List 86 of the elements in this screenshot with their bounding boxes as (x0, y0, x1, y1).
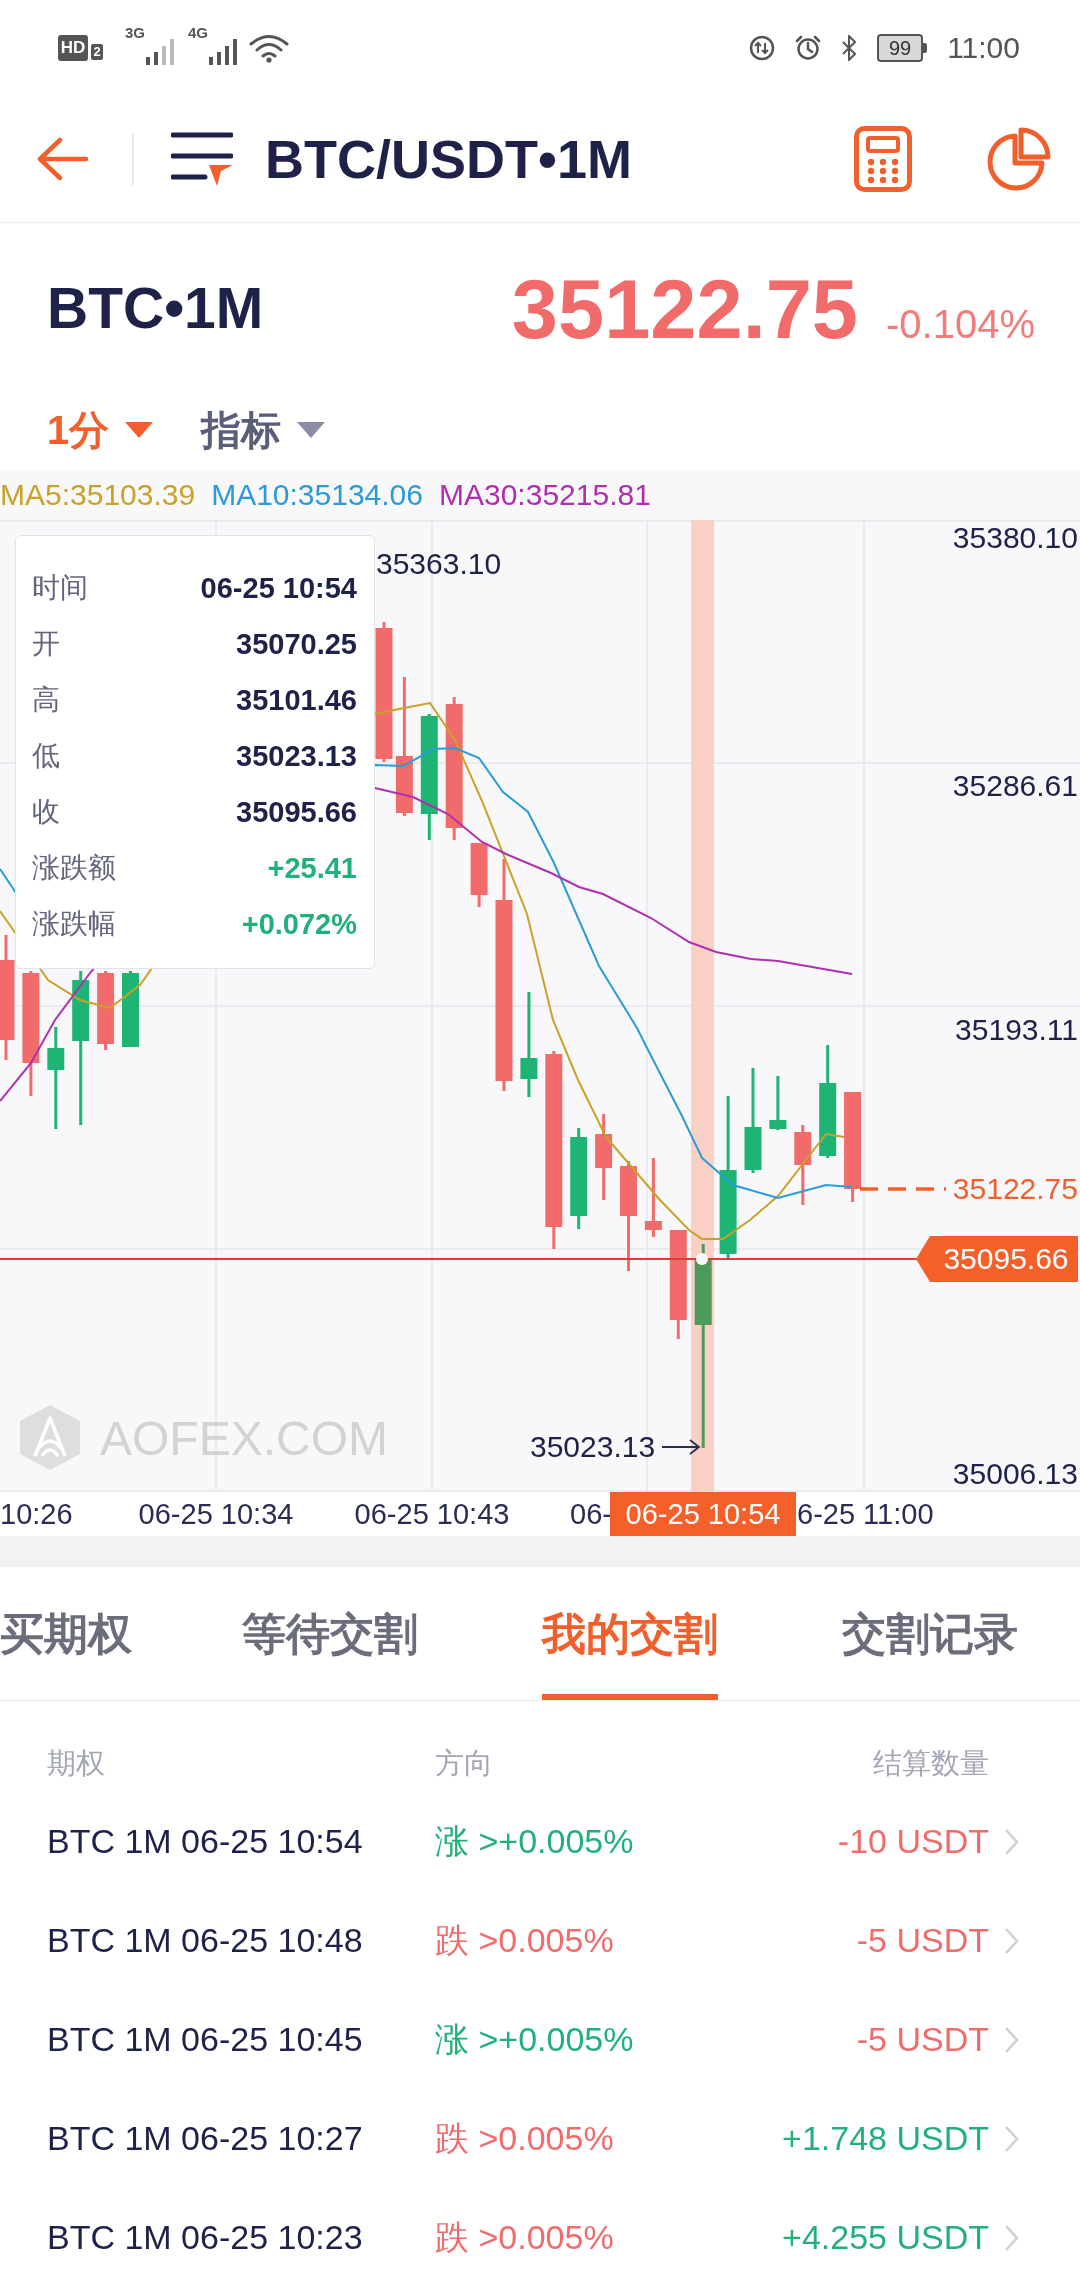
menu-button[interactable] (171, 130, 233, 187)
tooltip-value: 35023.13 (236, 739, 357, 773)
direction-text: 跌 >0.005% (435, 2117, 615, 2159)
tooltip-label: 高 (32, 683, 60, 717)
axis-price-label: 35380.10 (952, 520, 1078, 556)
tooltip-value: 06-25 10:54 (200, 571, 357, 605)
calculator-icon (854, 125, 912, 192)
chart-button[interactable] (985, 126, 1051, 191)
caret-icon (125, 422, 154, 438)
back-arrow-icon (36, 136, 88, 181)
crosshair-time-tag: 06-25 10:54 (610, 1492, 796, 1536)
back-button[interactable] (36, 136, 88, 181)
network-type-label: 3G (125, 24, 145, 41)
calculator-button[interactable] (854, 125, 912, 192)
tooltip-value: 35095.66 (236, 795, 357, 829)
axis-price-label: 35193.11 (955, 1012, 1078, 1048)
crosshair-dot-icon (696, 1253, 708, 1265)
low-price-arrow (661, 1439, 701, 1455)
settlement-amount: -10 USDT (837, 1822, 989, 1861)
axis-time-label: 06-25 10:34 (137, 1497, 295, 1532)
moving-average-value: MA10:35134.06 (211, 478, 423, 512)
option-name: BTC 1M 06-25 10:48 (47, 1921, 364, 1960)
tooltip-label: 涨跌幅 (32, 907, 116, 941)
settlement-amount: +1.748 USDT (782, 2119, 989, 2158)
moving-average-value: MA5:35103.39 (0, 478, 196, 512)
logo-icon (17, 1404, 83, 1471)
axis-price-label: 35286.61 (952, 768, 1078, 804)
tooltip-value: +25.41 (267, 851, 357, 885)
clock-time: 11:00 (947, 30, 1020, 65)
axis-time-label: 06- (570, 1497, 612, 1532)
tab[interactable]: 买期权 (0, 1567, 132, 1700)
last-price: 35122.75 (511, 268, 858, 351)
option-name: BTC 1M 06-25 10:23 (47, 2218, 364, 2257)
tooltip-label: 涨跌额 (32, 851, 116, 885)
tooltip-value: 35070.25 (236, 627, 357, 661)
alarm-clock-icon (794, 34, 821, 61)
high-price-label: 35363.10 (376, 546, 502, 582)
hd-badge: HD (58, 34, 88, 61)
settlement-amount: +4.255 USDT (782, 2218, 989, 2257)
tooltip-label: 时间 (32, 571, 88, 605)
axis-time-label: 10:26 (0, 1497, 73, 1532)
arrows-circle-icon (748, 34, 775, 61)
tab[interactable]: 等待交割 (242, 1567, 418, 1700)
option-name: BTC 1M 06-25 10:27 (47, 2119, 364, 2158)
menu-icon (171, 130, 233, 187)
dropdown-button[interactable]: 指标 (201, 410, 326, 450)
bluetooth-icon (840, 34, 857, 61)
candle (769, 1076, 787, 1130)
candle (470, 843, 488, 907)
tooltip-value: 35101.46 (236, 683, 357, 717)
settlement-amount: -5 USDT (856, 1921, 989, 1960)
option-name: BTC 1M 06-25 10:45 (47, 2020, 364, 2059)
symbol-name: BTC•1M (47, 280, 264, 337)
direction-text: 跌 >0.005% (435, 2216, 615, 2258)
direction-text: 涨 >+0.005% (435, 2018, 635, 2060)
crosshair-price-tag: 35095.66 (916, 1236, 1078, 1282)
battery-indicator: 99 (876, 33, 928, 62)
low-price-label: 35023.13 (530, 1429, 656, 1465)
axis-price-label: 35006.13 (952, 1456, 1078, 1492)
wifi-icon (249, 32, 290, 63)
option-name: BTC 1M 06-25 10:54 (47, 1822, 364, 1861)
settlement-amount: -5 USDT (856, 2020, 989, 2059)
last-price-label: 35122.75 (952, 1171, 1078, 1207)
tab[interactable]: 交割记录 (842, 1567, 1018, 1700)
page-title: BTC/USDT•1M (265, 127, 632, 190)
column-header: 期权 (47, 1746, 106, 1781)
column-header: 方向 (435, 1746, 494, 1781)
column-header: 结算数量 (873, 1746, 989, 1781)
tooltip-label: 低 (32, 739, 60, 773)
axis-time-label: 06-25 10:43 (353, 1497, 511, 1532)
pie-chart-icon (985, 126, 1051, 191)
tooltip-value: +0.072% (241, 907, 357, 941)
tooltip-label: 收 (32, 795, 60, 829)
sim-badge: 2 (91, 43, 103, 60)
direction-text: 跌 >0.005% (435, 1919, 615, 1961)
tooltip-label: 开 (32, 627, 60, 661)
network-type-label: 4G (188, 24, 209, 41)
caret-icon (297, 422, 326, 438)
signal-icon (146, 38, 176, 65)
direction-text: 涨 >+0.005% (435, 1820, 635, 1862)
price-change: -0.104% (886, 304, 1035, 344)
dropdown-button[interactable]: 1分 (47, 410, 154, 450)
moving-average-value: MA30:35215.81 (439, 478, 651, 512)
axis-time-label: 6-25 11:00 (797, 1497, 934, 1532)
tab[interactable]: 我的交割 (542, 1567, 718, 1700)
signal-icon (209, 38, 240, 65)
